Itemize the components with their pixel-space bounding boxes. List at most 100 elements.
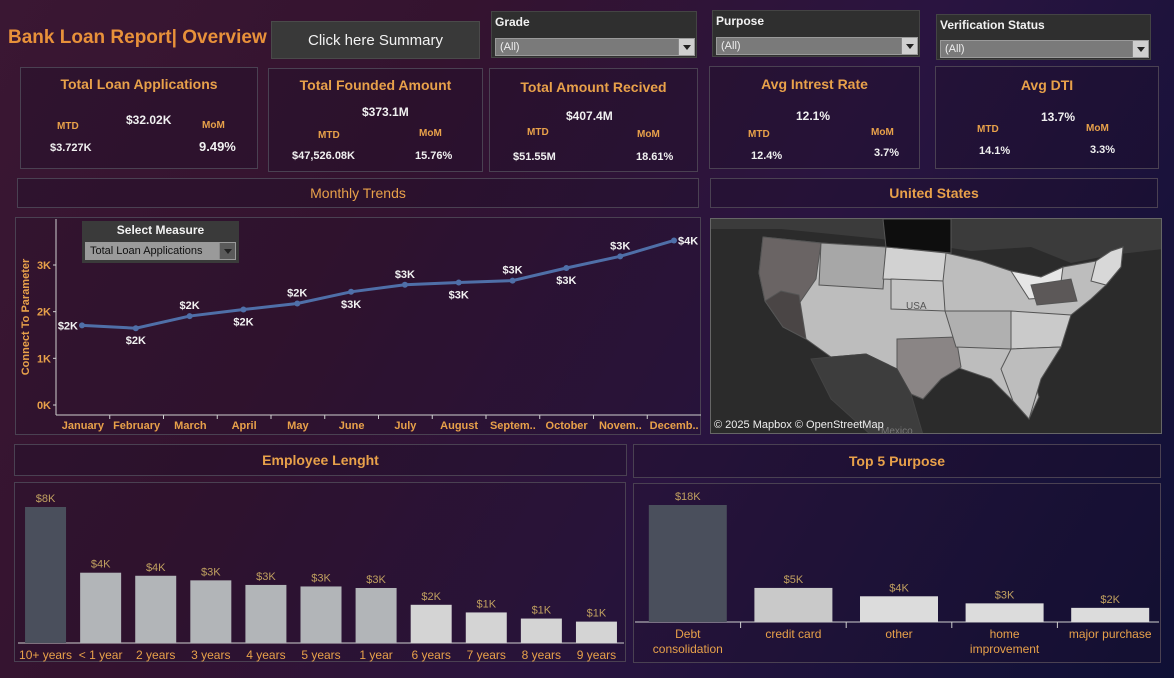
bar[interactable] [355, 587, 397, 643]
chevron-down-icon[interactable] [901, 38, 917, 54]
kpi-mtd-label: MTD [977, 124, 999, 135]
line-point[interactable] [671, 237, 677, 244]
line-point[interactable] [79, 322, 85, 329]
kpi-total-amount-received: Total Amount Recived $407.4M MTD MoM $51… [489, 68, 698, 172]
data-label: $1K [532, 605, 552, 617]
category-label: 9 years [577, 648, 616, 662]
line-point[interactable] [563, 265, 570, 271]
bar[interactable] [135, 575, 177, 643]
data-label: $5K [784, 574, 804, 586]
line-point[interactable] [509, 277, 516, 284]
line-point[interactable] [132, 325, 139, 332]
data-label: $3K [341, 299, 361, 311]
line-point[interactable] [617, 253, 624, 260]
kpi-mtd-label: MTD [527, 127, 549, 138]
bar[interactable] [410, 604, 452, 643]
data-label: $18K [675, 491, 701, 503]
data-label: $3K [610, 240, 630, 252]
chevron-down-icon[interactable] [1132, 41, 1148, 57]
line-point[interactable] [455, 279, 462, 286]
line-point[interactable] [401, 281, 408, 288]
x-tick-label: May [287, 420, 309, 432]
data-label: $4K [146, 562, 166, 574]
category-label: credit card [765, 627, 821, 641]
measure-select[interactable]: Total Loan Applications [85, 242, 236, 260]
data-label: $2K [287, 287, 307, 299]
kpi-mom-label: MoM [202, 120, 225, 131]
x-tick-label: February [113, 420, 161, 432]
bar[interactable] [25, 507, 67, 643]
map-label-usa: USA [906, 301, 927, 312]
purpose-select[interactable]: (All) [716, 37, 918, 55]
top-purpose-chart: $18K Debtconsolidation $5K credit card $4K ot… [635, 491, 1159, 656]
bar[interactable] [965, 603, 1044, 622]
kpi-mom-value: 18.61% [636, 151, 674, 163]
us-map[interactable]: USA Mexico © 2025 Mapbox © OpenStreetMap [710, 218, 1162, 434]
data-label: $2K [180, 300, 200, 312]
data-label: $3K [395, 269, 415, 281]
category-label: 10+ years [19, 648, 72, 662]
category-label: home [990, 627, 1020, 641]
line-point[interactable] [186, 313, 193, 320]
bar[interactable] [190, 580, 232, 643]
kpi-mom-value: 3.3% [1090, 144, 1116, 156]
y-tick-label: 1K [37, 353, 51, 365]
data-label: $4K [91, 559, 111, 571]
line-point[interactable] [294, 300, 301, 307]
data-label: $3K [366, 574, 386, 586]
kpi-total-value: 12.1% [796, 109, 831, 123]
x-tick-label: Septem.. [490, 420, 536, 432]
category-label: 8 years [522, 648, 561, 662]
map-label-mexico: Mexico [881, 426, 913, 434]
x-tick-label: October [546, 420, 589, 432]
summary-button[interactable]: Click here Summary [271, 21, 480, 59]
bar[interactable] [465, 612, 507, 643]
data-label: $3K [556, 275, 576, 287]
line-point[interactable] [240, 306, 247, 313]
kpi-avg-interest-rate: Avg Intrest Rate 12.1% MTD MoM 12.4% 3.7… [709, 66, 920, 169]
x-tick-label: August [440, 420, 478, 432]
bar[interactable] [1071, 607, 1150, 622]
bar[interactable] [520, 618, 562, 643]
employee-length-header: Employee Lenght [14, 444, 627, 476]
kpi-mtd-label: MTD [318, 130, 340, 141]
grade-filter: Grade (All) [491, 11, 697, 58]
bar[interactable] [575, 621, 617, 643]
purpose-filter-label: Purpose [716, 14, 765, 28]
kpi-mom-value: 3.7% [874, 147, 900, 159]
category-label: 6 years [412, 648, 451, 662]
grade-select[interactable]: (All) [495, 38, 695, 56]
chevron-down-icon[interactable] [678, 39, 694, 55]
grade-select-value: (All) [500, 41, 520, 53]
map-credit: © 2025 Mapbox © OpenStreetMap [714, 419, 884, 431]
kpi-title: Total Amount Recived [520, 79, 667, 95]
x-tick-label: July [394, 420, 417, 432]
bar[interactable] [860, 596, 938, 622]
category-label: 7 years [467, 648, 506, 662]
bar[interactable] [80, 572, 122, 643]
map-header: United States [710, 178, 1158, 208]
chevron-down-icon[interactable] [219, 243, 235, 259]
y-tick-label: 0K [37, 400, 51, 412]
kpi-title: Avg DTI [1020, 77, 1074, 93]
kpi-mom-label: MoM [419, 128, 442, 139]
data-label: $4K [678, 235, 698, 247]
category-label: consolidation [653, 642, 723, 656]
bar[interactable] [648, 505, 727, 622]
grade-filter-label: Grade [495, 15, 530, 29]
purpose-select-value: (All) [721, 40, 741, 52]
verification-select[interactable]: (All) [940, 40, 1149, 58]
kpi-title: Total Founded Amount [299, 77, 452, 93]
bar[interactable] [300, 586, 342, 643]
data-label: $8K [36, 493, 56, 505]
kpi-avg-dti: Avg DTI 13.7% MTD MoM 14.1% 3.3% [935, 66, 1159, 169]
data-label: $2K [421, 591, 441, 603]
category-label: 3 years [191, 648, 230, 662]
kpi-total-funded-amount: Total Founded Amount $373.1M MTD MoM $47… [268, 68, 483, 172]
kpi-mom-label: MoM [1086, 123, 1109, 134]
bar[interactable] [754, 587, 833, 622]
line-point[interactable] [348, 288, 355, 295]
x-tick-label: June [339, 420, 365, 432]
select-measure-box: Select Measure Total Loan Applications [82, 221, 239, 263]
bar[interactable] [245, 584, 287, 643]
